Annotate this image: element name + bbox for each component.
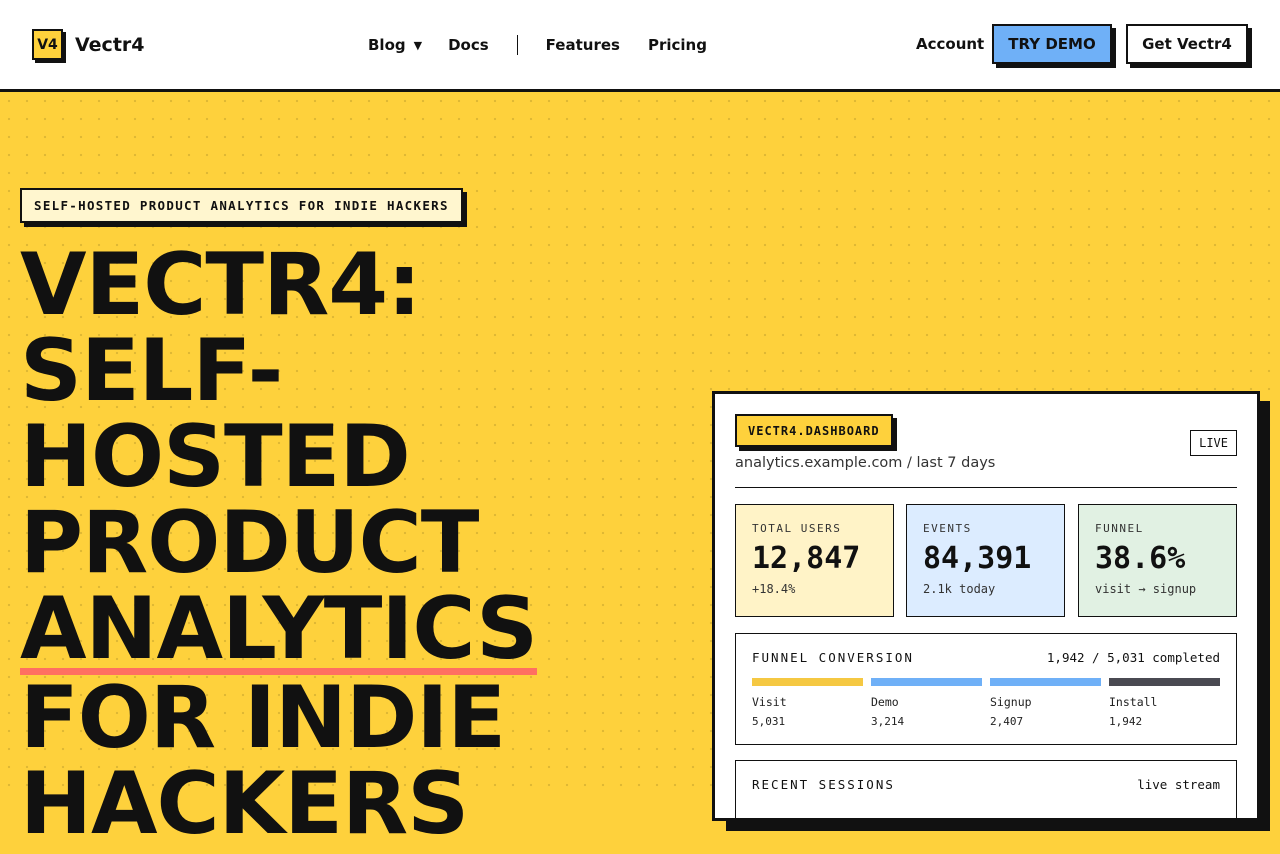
recent-sessions-panel: RECENT SESSIONS live stream (735, 760, 1237, 820)
live-badge: LIVE (1190, 430, 1237, 456)
headline-line: VECTR4: (20, 235, 422, 335)
funnel-steps: Visit 5,031 Demo 3,214 Signup 2,407 Inst… (752, 678, 1220, 728)
funnel-summary: 1,942 / 5,031 completed (1046, 650, 1220, 665)
logo-badge: V4 (32, 29, 63, 60)
funnel-step-install: Install 1,942 (1109, 678, 1220, 728)
nav-docs-link[interactable]: Docs (448, 36, 489, 54)
nav-divider (516, 35, 518, 55)
sessions-live-stream: live stream (1137, 777, 1220, 792)
hero-kicker-badge: SELF-HOSTED PRODUCT ANALYTICS FOR INDIE … (20, 188, 463, 223)
nav-features-link[interactable]: Features (546, 36, 620, 54)
dashboard-preview-card: VECTR4.DASHBOARD analytics.example.com /… (712, 391, 1260, 821)
stat-value: 38.6% (1095, 541, 1186, 576)
stat-label: EVENTS (923, 522, 972, 535)
stat-card-total-users: TOTAL USERS 12,847 +18.4% (735, 504, 894, 617)
dashboard-subtitle: analytics.example.com / last 7 days (735, 455, 996, 471)
funnel-bar (990, 678, 1101, 686)
stat-value: 84,391 (923, 541, 1032, 576)
headline-line: HOSTED (20, 407, 411, 507)
headline-line-highlighted: ANALYTICS (20, 586, 680, 675)
funnel-step-name: Install (1109, 695, 1158, 709)
stat-label: FUNNEL (1095, 522, 1144, 535)
headline-line: FOR INDIE (20, 668, 506, 768)
headline-highlight: ANALYTICS (20, 579, 538, 679)
brand-name: Vectr4 (75, 33, 145, 56)
chevron-down-icon: ▼ (413, 38, 423, 52)
stat-card-funnel: FUNNEL 38.6% visit → signup (1078, 504, 1237, 617)
funnel-step-count: 5,031 (752, 715, 786, 728)
funnel-conversion-panel: FUNNEL CONVERSION 1,942 / 5,031 complete… (735, 633, 1237, 745)
funnel-bar (871, 678, 982, 686)
funnel-step-name: Demo (871, 695, 899, 709)
headline-line: HACKERS (20, 754, 469, 854)
nav-pricing-link[interactable]: Pricing (648, 36, 707, 54)
stat-card-events: EVENTS 84,391 2.1k today (906, 504, 1065, 617)
stat-label: TOTAL USERS (752, 522, 842, 535)
try-demo-button[interactable]: TRY DEMO (992, 24, 1112, 64)
funnel-step-signup: Signup 2,407 (990, 678, 1101, 728)
funnel-step-name: Visit (752, 695, 787, 709)
account-link[interactable]: Account (916, 35, 984, 53)
brand-logo[interactable]: V4 Vectr4 (32, 29, 145, 60)
hero-section: SELF-HOSTED PRODUCT ANALYTICS FOR INDIE … (0, 92, 1280, 847)
headline-line: SELF- (20, 321, 283, 421)
funnel-bar (752, 678, 863, 686)
headline-line: PRODUCT (20, 493, 479, 593)
get-vectr4-button[interactable]: Get Vectr4 (1126, 24, 1248, 64)
hero-headline: VECTR4: SELF- HOSTED PRODUCT ANALYTICS F… (20, 242, 680, 847)
funnel-step-visit: Visit 5,031 (752, 678, 863, 728)
dashboard-divider (735, 487, 1237, 488)
main-nav: Blog ▼ Docs Features Pricing (368, 35, 707, 55)
stat-note: 2.1k today (923, 582, 996, 596)
funnel-step-count: 2,407 (990, 715, 1024, 728)
funnel-step-name: Signup (990, 695, 1032, 709)
top-navbar: V4 Vectr4 Blog ▼ Docs Features Pricing A… (0, 0, 1280, 92)
stat-note: visit → signup (1095, 582, 1197, 596)
funnel-step-count: 1,942 (1109, 715, 1143, 728)
funnel-bar (1109, 678, 1220, 686)
nav-blog-dropdown[interactable]: Blog ▼ (368, 36, 422, 54)
funnel-step-demo: Demo 3,214 (871, 678, 982, 728)
nav-blog-label: Blog (368, 36, 406, 54)
dashboard-tag: VECTR4.DASHBOARD (735, 414, 893, 447)
stat-note: +18.4% (752, 582, 796, 596)
funnel-step-count: 3,214 (871, 715, 905, 728)
stat-value: 12,847 (752, 541, 861, 576)
